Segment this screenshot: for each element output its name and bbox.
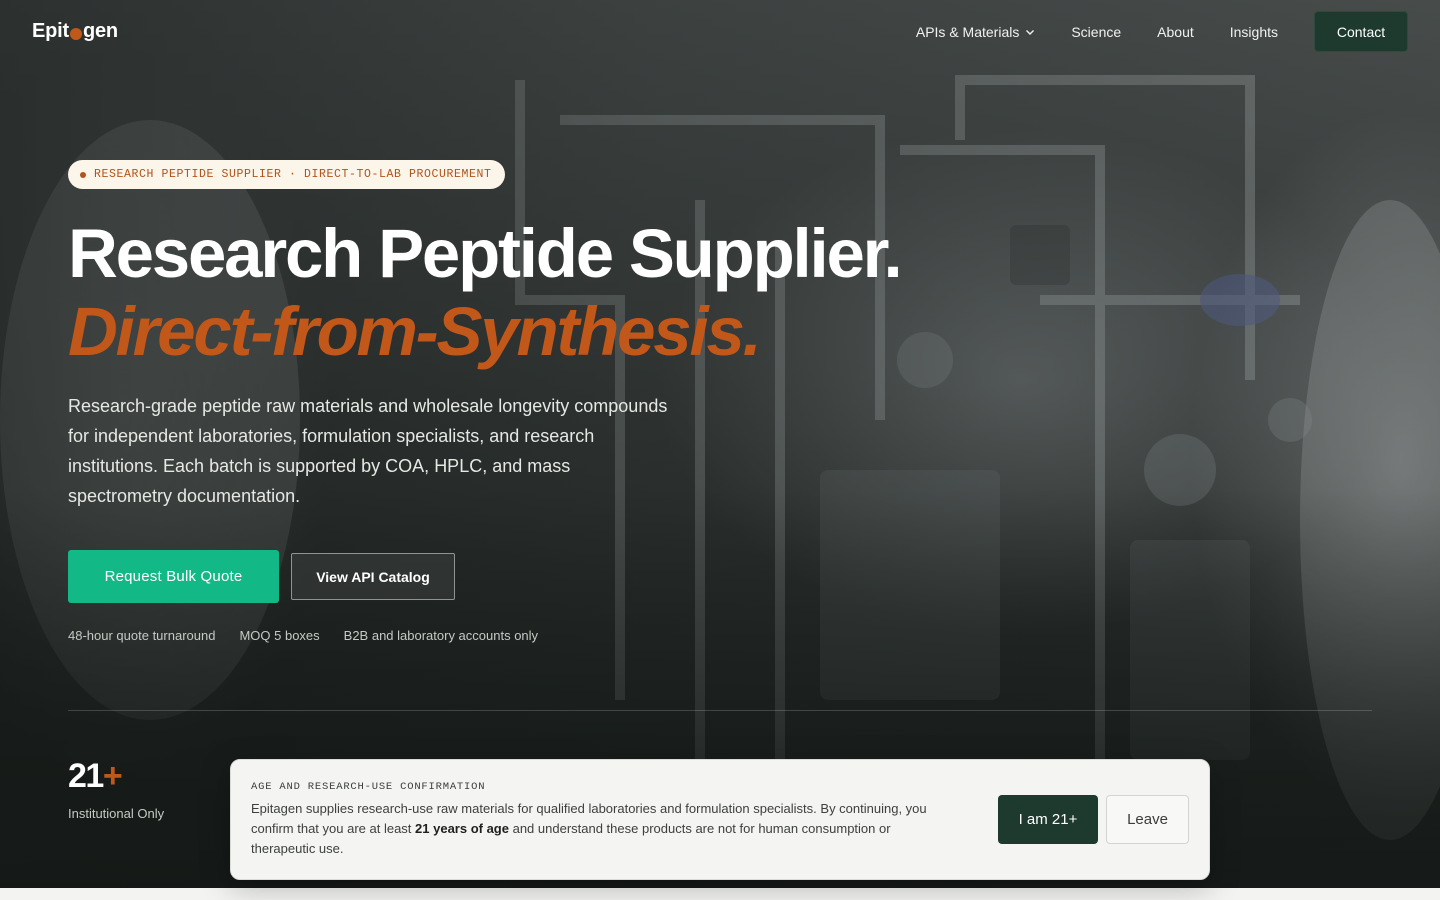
badge-label: RESEARCH PEPTIDE SUPPLIER · DIRECT-TO-LA… <box>94 168 492 181</box>
brand-logo[interactable]: Epit gen <box>32 20 118 43</box>
nav-item-about[interactable]: About <box>1157 24 1194 40</box>
hero-badge: RESEARCH PEPTIDE SUPPLIER · DIRECT-TO-LA… <box>68 160 505 189</box>
meta-accounts: B2B and laboratory accounts only <box>343 628 539 643</box>
age-body-bold: 21 years of age <box>415 821 509 836</box>
contact-button[interactable]: Contact <box>1314 11 1408 52</box>
main-nav: APIs & Materials Science About Insights … <box>916 11 1408 52</box>
stat-suffix: + <box>102 757 123 795</box>
chevron-down-icon <box>1026 29 1035 35</box>
age-dialog-body: Epitagen supplies research-use raw mater… <box>251 799 941 859</box>
hero-meta-row: 48-hour quote turnaround MOQ 5 boxes B2B… <box>68 628 562 643</box>
brand-o-mark-icon <box>69 27 82 40</box>
request-bulk-quote-button[interactable]: Request Bulk Quote <box>68 550 279 603</box>
nav-item-insights[interactable]: Insights <box>1230 24 1278 40</box>
leave-button[interactable]: Leave <box>1106 795 1189 844</box>
stat-age: 21+ Institutional Only <box>68 756 164 821</box>
confirm-age-button[interactable]: I am 21+ <box>998 795 1098 844</box>
brand-name-start: Epit <box>32 20 69 42</box>
badge-dot-icon <box>80 171 86 178</box>
meta-quote-turnaround: 48-hour quote turnaround <box>68 628 216 643</box>
nav-item-label: APIs & Materials <box>915 23 1020 40</box>
age-confirmation-dialog: AGE AND RESEARCH-USE CONFIRMATION Epitag… <box>230 759 1210 880</box>
page-bottom-strip <box>0 888 1440 900</box>
stat-value: 21 <box>68 757 104 795</box>
brand-name-end: gen <box>82 20 118 42</box>
view-api-catalog-button[interactable]: View API Catalog <box>291 553 455 600</box>
stat-label: Institutional Only <box>68 806 165 821</box>
nav-item-apis-materials[interactable]: APIs & Materials <box>916 24 1035 40</box>
hero-lead: Research-grade peptide raw materials and… <box>68 396 668 506</box>
hero-divider <box>68 710 1372 711</box>
age-dialog-title: AGE AND RESEARCH-USE CONFIRMATION <box>251 781 486 793</box>
stat-number: 21+ <box>68 756 164 796</box>
meta-moq: MOQ 5 boxes <box>239 628 320 643</box>
hero-headline: Research Peptide Supplier. <box>68 215 903 292</box>
hero-headline-accent: Direct-from-Synthesis. <box>68 293 762 370</box>
nav-item-science[interactable]: Science <box>1071 24 1121 40</box>
